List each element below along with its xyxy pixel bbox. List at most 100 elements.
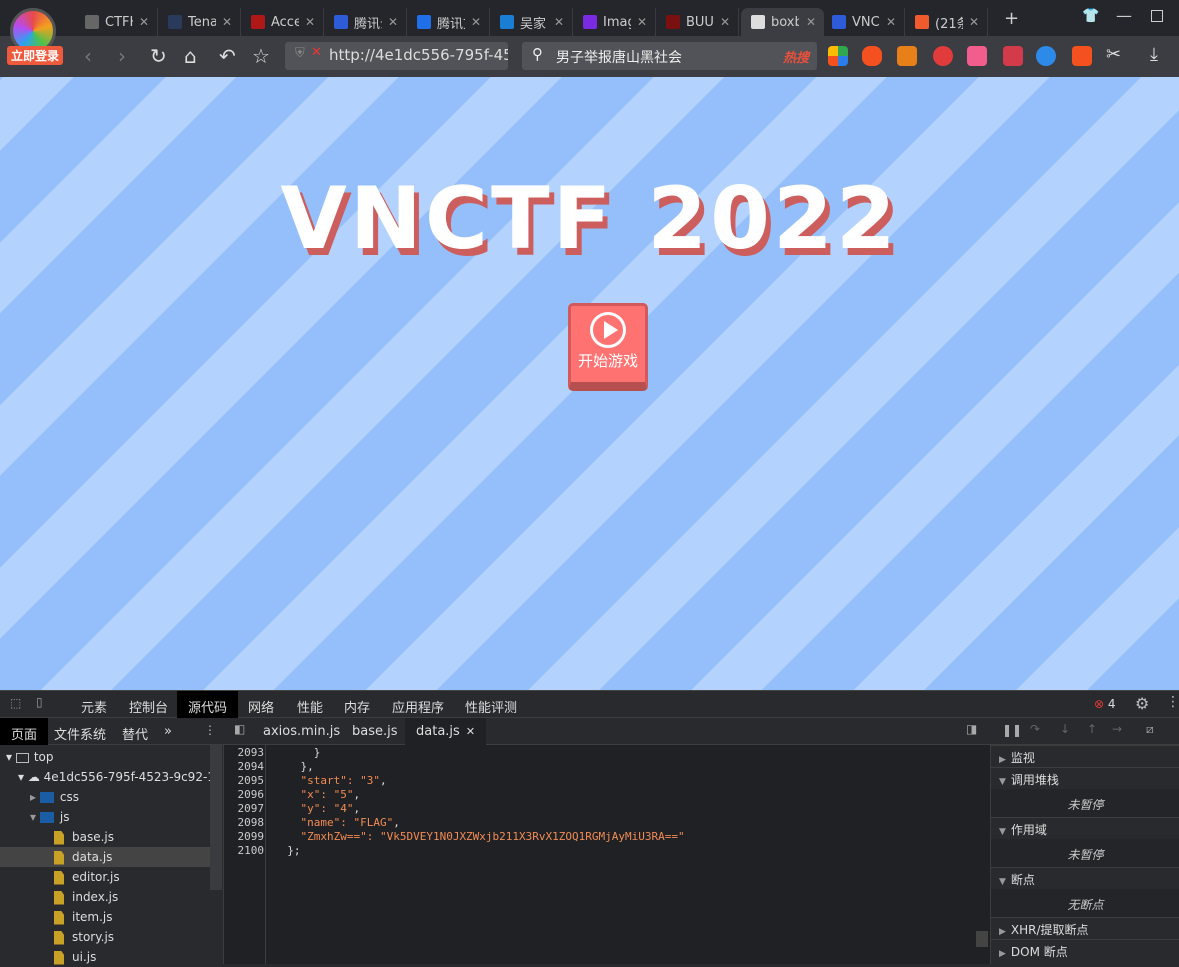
star-icon[interactable]: ☆ — [252, 44, 270, 68]
browser-tab[interactable]: (21条 ✕ — [905, 8, 988, 36]
more-icon[interactable]: ⋮ — [1166, 694, 1179, 710]
tree-folder-js[interactable]: ▾ js — [30, 807, 69, 827]
browser-tab[interactable]: Image ✕ — [573, 8, 656, 36]
scissors-icon[interactable]: ✂ — [1106, 44, 1121, 65]
search-input[interactable]: ⚲ 男子举报唐山黑社会 热搜 — [522, 42, 817, 70]
tree-file[interactable]: base.js — [0, 827, 210, 847]
debugger-section[interactable]: ▼ 断点 — [991, 867, 1179, 889]
settings-icon[interactable]: ⚙ — [1135, 694, 1149, 713]
flash-icon[interactable] — [933, 46, 953, 66]
tree-file[interactable]: index.js — [0, 887, 210, 907]
game-icon[interactable] — [862, 46, 882, 66]
step-out-icon[interactable]: ↑ — [1087, 722, 1097, 736]
refresh-ext-icon[interactable] — [1072, 46, 1092, 66]
scrollbar[interactable] — [976, 931, 988, 947]
hot-search-label[interactable]: 热搜 — [783, 47, 809, 66]
pause-icon[interactable]: ❚❚ — [1002, 723, 1022, 737]
close-tab-icon[interactable]: ✕ — [886, 15, 896, 29]
tree-file[interactable]: item.js — [0, 907, 210, 927]
apps-icon[interactable] — [828, 46, 848, 66]
devtools-tab[interactable]: 控制台 — [118, 691, 179, 718]
error-badge[interactable]: ⊗ 4 — [1094, 697, 1116, 711]
navigator-tab[interactable]: » — [153, 718, 183, 745]
close-tab-icon[interactable]: ✕ — [554, 15, 564, 29]
code-editor[interactable]: 2093 2094 2095 2096 2097 2098 2099 2100 } }, "s… — [224, 745, 990, 964]
debugger-section[interactable]: ▶ DOM 断点 — [991, 939, 1179, 961]
browser-tab[interactable]: 腾讯文档 ✕ — [407, 8, 490, 36]
navigator-tab[interactable]: 页面 — [0, 718, 49, 745]
navigator-tab[interactable]: 替代 — [111, 718, 159, 745]
toggle-debugger-icon[interactable]: ◨ — [966, 722, 977, 736]
step-over-icon[interactable]: ↷ — [1030, 722, 1040, 736]
step-into-icon[interactable]: ↓ — [1060, 722, 1070, 736]
toggle-navigator-icon[interactable]: ◧ — [234, 722, 245, 736]
devtools-tab[interactable]: 性能评测 — [454, 691, 528, 718]
download-ext-icon[interactable] — [1003, 46, 1023, 66]
close-tab-icon[interactable]: ✕ — [637, 15, 647, 29]
video-icon[interactable] — [897, 46, 917, 66]
debugger-section[interactable]: ▼ 作用域 — [991, 817, 1179, 839]
navigator-tab[interactable]: 文件系统 — [43, 718, 117, 745]
browser-tab[interactable]: CTFHub ✕ — [75, 8, 158, 36]
bird-icon[interactable] — [1036, 46, 1056, 66]
debugger-section[interactable]: ▼ 调用堆栈 — [991, 767, 1179, 789]
deactivate-breakpoints-icon[interactable]: ⧄ — [1146, 722, 1154, 737]
file-tab[interactable]: axios.min.js — [252, 718, 351, 745]
tree-host[interactable]: ▾ ☁ 4e1dc556-795f-4523-9c92-15c — [18, 767, 218, 787]
tree-folder-css[interactable]: ▸ css — [30, 787, 79, 807]
bilibili-icon[interactable] — [967, 46, 987, 66]
more-icon[interactable]: ⋮ — [204, 723, 216, 737]
devtools-tab[interactable]: 网络 — [237, 691, 285, 718]
devtools-tab[interactable]: 源代码 — [177, 691, 239, 718]
browser-tab[interactable]: VNC ✕ — [822, 8, 905, 36]
tree-file[interactable]: ui.js — [0, 947, 210, 967]
browser-tab[interactable]: 吴家 ✕ — [490, 8, 573, 36]
device-icon[interactable]: ▯ — [36, 695, 43, 709]
close-tab-icon[interactable]: ✕ — [806, 15, 816, 29]
code-line: }; — [274, 844, 301, 857]
forward-icon[interactable]: › — [118, 44, 126, 68]
file-tab[interactable]: data.js ✕ — [405, 718, 487, 745]
play-icon — [590, 312, 626, 348]
address-bar[interactable]: ⛨ ✕ http://4e1dc556-795f-45 — [285, 42, 508, 70]
download-icon[interactable]: ⤓ — [1150, 44, 1158, 65]
close-icon[interactable]: ✕ — [466, 725, 475, 738]
undo-icon[interactable]: ↶ — [219, 44, 236, 68]
login-button[interactable]: 立即登录 — [7, 46, 64, 65]
close-tab-icon[interactable]: ✕ — [720, 15, 730, 29]
reload-icon[interactable]: ↻ — [150, 44, 167, 68]
skin-icon[interactable]: 👕 — [1082, 8, 1099, 24]
browser-tab[interactable]: 腾讯云 ✕ — [324, 8, 407, 36]
file-tab[interactable]: base.js — [341, 718, 409, 745]
browser-tab[interactable]: Access ✕ — [241, 8, 324, 36]
minimize-button[interactable]: — — [1116, 6, 1132, 25]
new-tab-button[interactable]: + — [1004, 8, 1019, 29]
devtools-tab[interactable]: 内存 — [333, 691, 381, 718]
browser-tab[interactable]: BUU ✕ — [656, 8, 739, 36]
devtools-tab[interactable]: 性能 — [286, 691, 334, 718]
close-tab-icon[interactable]: ✕ — [969, 15, 979, 29]
devtools-tab[interactable]: 元素 — [70, 691, 118, 718]
tree-file[interactable]: story.js — [0, 927, 210, 947]
tree-file[interactable]: editor.js — [0, 867, 210, 887]
maximize-button[interactable] — [1151, 10, 1163, 22]
close-tab-icon[interactable]: ✕ — [305, 15, 315, 29]
step-icon[interactable]: → — [1112, 722, 1122, 736]
tree-file[interactable]: data.js — [0, 847, 210, 867]
close-tab-icon[interactable]: ✕ — [222, 15, 232, 29]
code-token: "start": — [274, 774, 361, 787]
close-tab-icon[interactable]: ✕ — [388, 15, 398, 29]
debugger-section[interactable]: ▶ XHR/提取断点 — [991, 917, 1179, 939]
debugger-section[interactable]: ▶ 监视 — [991, 745, 1179, 767]
close-tab-icon[interactable]: ✕ — [471, 15, 481, 29]
scrollbar[interactable] — [210, 745, 222, 890]
tree-top[interactable]: ▾ top — [6, 747, 54, 767]
close-tab-icon[interactable]: ✕ — [139, 15, 149, 29]
start-game-button[interactable]: 开始游戏 — [568, 303, 648, 391]
browser-tab[interactable]: boxb ✕ — [741, 8, 824, 36]
devtools-tab[interactable]: 应用程序 — [381, 691, 455, 718]
browser-tab[interactable]: Tenable ✕ — [158, 8, 241, 36]
inspect-icon[interactable]: ⬚ — [10, 696, 21, 710]
home-icon[interactable]: ⌂ — [184, 44, 197, 68]
back-icon[interactable]: ‹ — [84, 44, 92, 68]
